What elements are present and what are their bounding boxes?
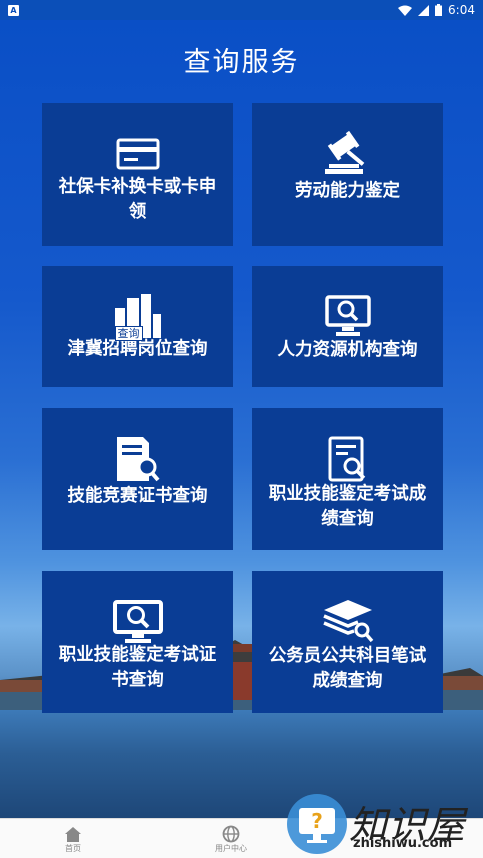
nav-label-home: 首页	[65, 843, 81, 853]
status-bar: A 6:04	[0, 0, 483, 20]
query-tag: 查询	[114, 326, 143, 341]
tile-jinji-recruitment-query[interactable]: 查询 津冀招聘岗位查询	[42, 266, 233, 387]
tile-vocational-exam-score-query[interactable]: 职业技能鉴定考试成绩查询	[252, 408, 443, 550]
tile-social-security-card[interactable]: 社保卡补换卡或卡申领	[42, 103, 233, 246]
tile-skill-competition-certificate-query[interactable]: 技能竞赛证书查询	[42, 408, 233, 550]
tile-civil-servant-exam-score-query[interactable]: 公务员公共科目笔试成绩查询	[252, 571, 443, 713]
tile-label: 公务员公共科目笔试成绩查询	[268, 646, 427, 691]
nav-item-home[interactable]: 首页	[28, 819, 118, 858]
nav-label-user-center: 用户中心	[215, 843, 247, 853]
tile-labor-ability-appraisal[interactable]: 劳动能力鉴定	[252, 103, 443, 246]
monitor-search-icon	[112, 600, 163, 643]
home-icon	[65, 826, 81, 842]
report-search-icon	[328, 436, 365, 482]
monitor-search-icon	[324, 295, 371, 336]
tile-label: 职业技能鉴定考试证书查询	[58, 645, 217, 690]
gavel-icon	[324, 130, 364, 174]
signal-icon	[418, 4, 430, 16]
building-search-icon: 查询	[113, 294, 163, 341]
tile-hr-institution-query[interactable]: 人力资源机构查询	[252, 266, 443, 387]
help-monitor-logo: ?	[287, 794, 347, 854]
battery-icon	[435, 4, 443, 16]
svg-text:?: ?	[311, 809, 323, 833]
document-search-icon	[116, 437, 160, 482]
tile-label: 社保卡补换卡或卡申领	[58, 177, 217, 222]
app-notification-icon: A	[8, 4, 19, 16]
page-title: 查询服务	[183, 47, 300, 78]
tile-vocational-exam-certificate-query[interactable]: 职业技能鉴定考试证书查询	[42, 571, 233, 713]
tile-label: 人力资源机构查询	[277, 340, 418, 360]
watermark: ? 知识屋 zhishiwu.com	[285, 788, 483, 858]
card-icon	[116, 138, 159, 170]
tile-label: 技能竞赛证书查询	[67, 486, 208, 506]
status-time: 6:04	[448, 3, 475, 17]
stack-search-icon	[322, 600, 373, 643]
tile-label: 劳动能力鉴定	[295, 181, 400, 201]
tile-label: 职业技能鉴定考试成绩查询	[268, 484, 427, 529]
globe-icon	[222, 825, 240, 842]
nav-item-user-center[interactable]: 用户中心	[186, 819, 276, 858]
wifi-icon	[398, 5, 413, 16]
watermark-url: zhishiwu.com	[353, 836, 453, 851]
